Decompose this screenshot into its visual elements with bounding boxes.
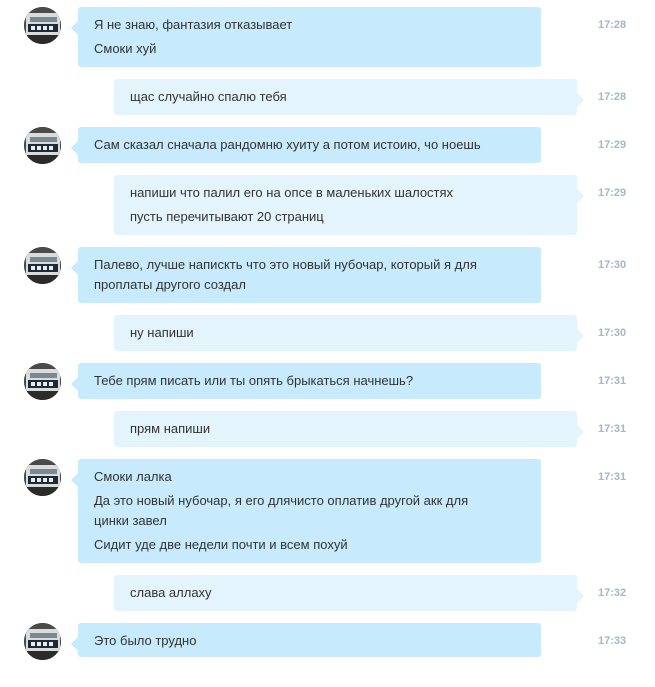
message-text: Смоки хуй: [94, 41, 157, 56]
message-text: Сам сказал сначала рандомню хуиту а пото…: [94, 137, 481, 152]
message-text: Смоки лалка: [94, 469, 172, 484]
outgoing-message[interactable]: щас случайно спалю тебя 17:28: [0, 79, 655, 115]
message-timestamp: 17:28: [598, 19, 627, 31]
message-bubble: ну напиши: [114, 315, 584, 351]
message-timestamp: 17:30: [598, 259, 627, 271]
message-timestamp: 17:28: [598, 91, 627, 103]
message-text: Это было трудно: [94, 633, 197, 648]
message-timestamp: 17:33: [598, 635, 627, 647]
avatar[interactable]: [24, 623, 61, 660]
message-text: Палево, лучше напискть что это новый нуб…: [94, 257, 477, 272]
incoming-message[interactable]: Смоки лалка Да это новый нубочар, я его д…: [0, 459, 655, 563]
message-text: слава аллаху: [130, 585, 212, 600]
message-timestamp: 17:29: [598, 187, 627, 199]
message-bubble: щас случайно спалю тебя: [114, 79, 584, 115]
message-bubble: Палево, лучше напискть что это новый нуб…: [71, 247, 541, 303]
message-bubble: Сам сказал сначала рандомню хуиту а пото…: [71, 127, 541, 163]
message-text: прям напиши: [130, 421, 211, 436]
message-text: напиши что палил его на опсе в маленьких…: [130, 185, 454, 200]
message-bubble: слава аллаху: [114, 575, 584, 611]
message-timestamp: 17:31: [598, 471, 627, 483]
avatar[interactable]: [24, 459, 61, 496]
incoming-message[interactable]: Это было трудно 17:33: [0, 623, 655, 660]
incoming-message[interactable]: Сам сказал сначала рандомню хуиту а пото…: [0, 127, 655, 164]
message-text: Сидит уде две недели почти и всем похуй: [94, 537, 348, 552]
avatar[interactable]: [24, 247, 61, 284]
message-text: ну напиши: [130, 325, 194, 340]
message-text: щас случайно спалю тебя: [130, 89, 287, 104]
message-bubble: Это было трудно: [71, 623, 541, 657]
message-bubble: Тебе прям писать или ты опять брыкаться …: [71, 363, 541, 399]
message-text: Да это новый нубочар, я его длячисто опл…: [94, 493, 469, 508]
message-timestamp: 17:30: [598, 327, 627, 339]
message-bubble: Я не знаю, фантазия отказывает Смоки хуй: [71, 7, 541, 67]
outgoing-message[interactable]: прям напиши 17:31: [0, 411, 655, 447]
chat-history[interactable]: Я не знаю, фантазия отказывает Смоки хуй 1…: [0, 0, 655, 687]
avatar[interactable]: [24, 7, 61, 44]
message-timestamp: 17:29: [598, 139, 627, 151]
outgoing-message[interactable]: ну напиши 17:30: [0, 315, 655, 351]
message-text: Я не знаю, фантазия отказывает: [94, 17, 293, 32]
message-text: пусть перечитывают 20 страниц: [130, 209, 324, 224]
message-bubble: напиши что палил его на опсе в маленьких…: [114, 175, 584, 235]
incoming-message[interactable]: Палево, лучше напискть что это новый нуб…: [0, 247, 655, 303]
message-timestamp: 17:31: [598, 423, 627, 435]
message-bubble: прям напиши: [114, 411, 584, 447]
message-text: Тебе прям писать или ты опять брыкаться …: [94, 373, 414, 388]
message-text: цинки завел: [94, 513, 167, 528]
message-timestamp: 17:31: [598, 375, 627, 387]
message-text: проплаты другого создал: [94, 277, 246, 292]
message-bubble: Смоки лалка Да это новый нубочар, я его д…: [71, 459, 541, 563]
avatar[interactable]: [24, 363, 61, 400]
message-timestamp: 17:32: [598, 587, 627, 599]
avatar[interactable]: [24, 127, 61, 164]
outgoing-message[interactable]: напиши что палил его на опсе в маленьких…: [0, 175, 655, 235]
outgoing-message[interactable]: слава аллаху 17:32: [0, 575, 655, 611]
incoming-message[interactable]: Я не знаю, фантазия отказывает Смоки хуй 1…: [0, 7, 655, 67]
incoming-message[interactable]: Тебе прям писать или ты опять брыкаться …: [0, 363, 655, 400]
